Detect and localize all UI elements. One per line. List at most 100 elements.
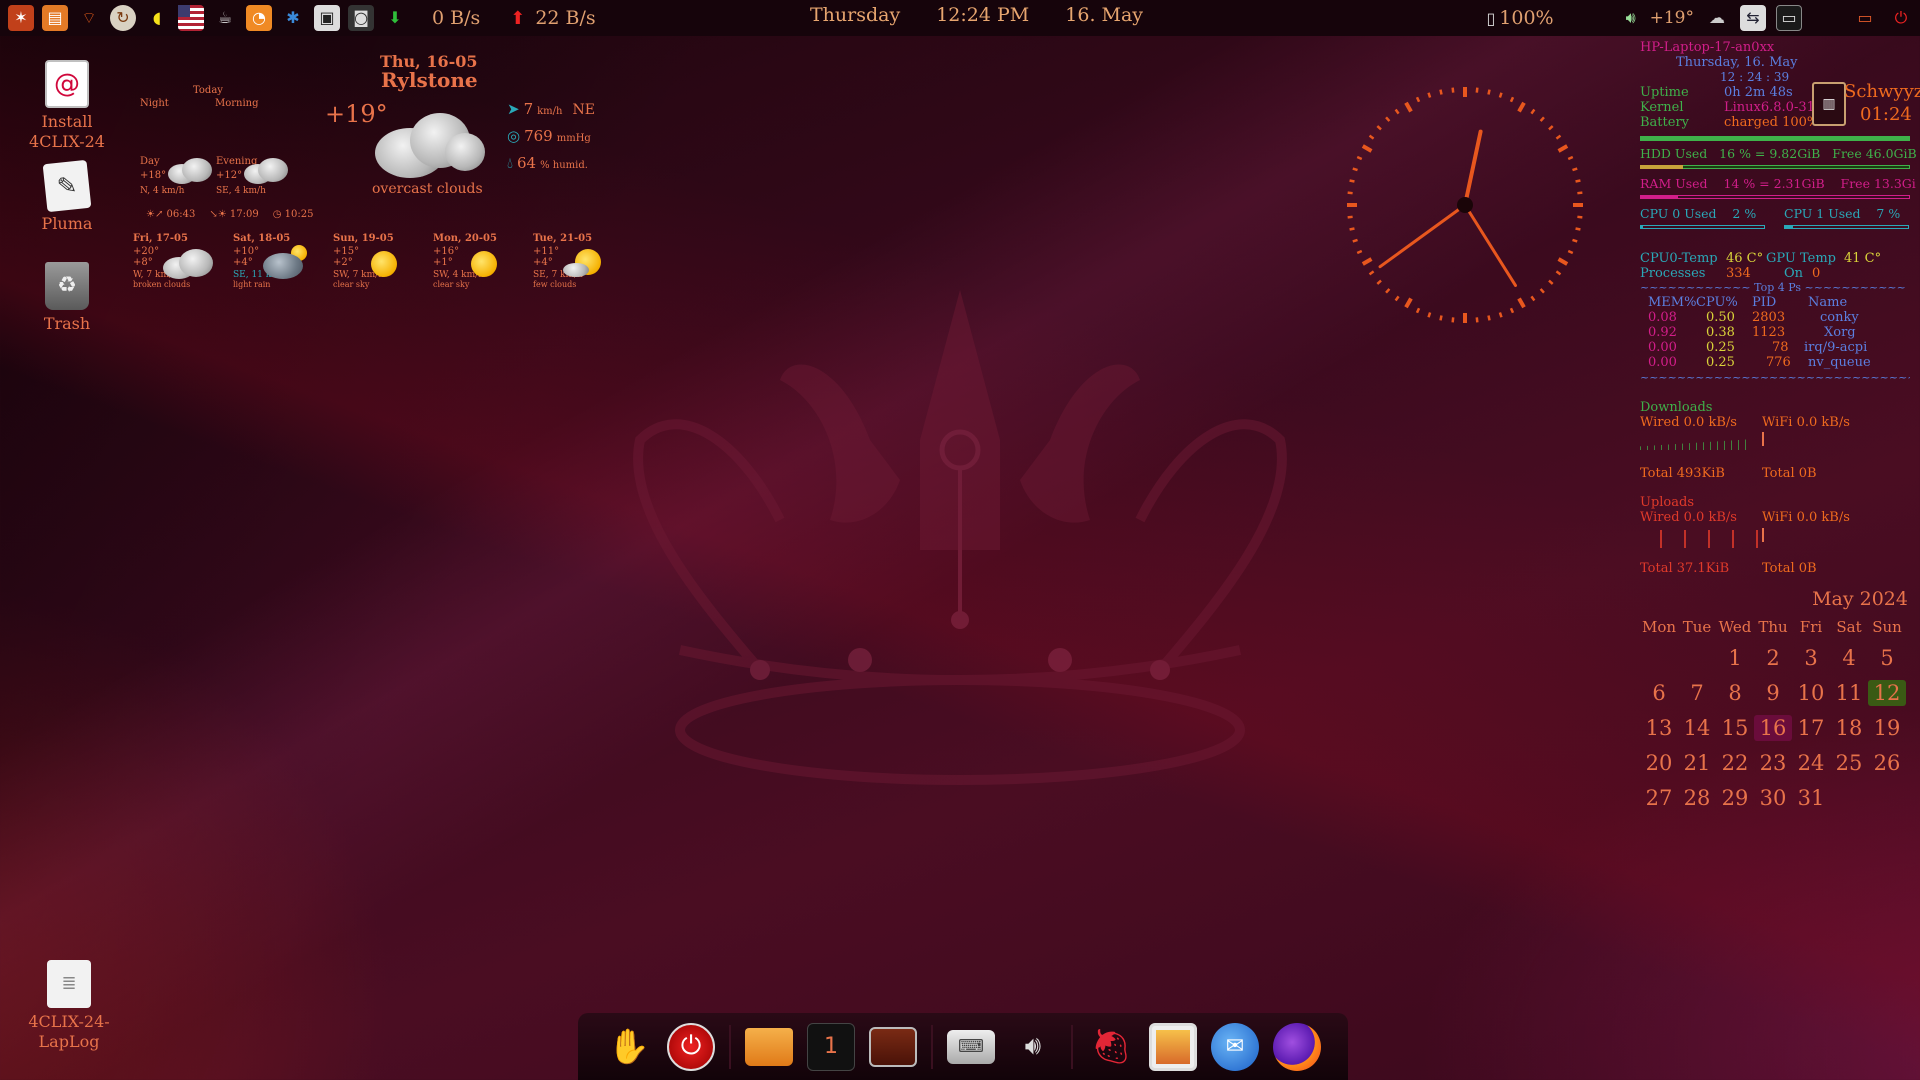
thunderbird-icon[interactable]: ✉ [1211,1022,1259,1071]
clock-tick [1347,215,1353,219]
calendar-day[interactable]: 3 [1792,645,1830,671]
calendar-day[interactable]: 9 [1754,680,1792,706]
calendar-day[interactable]: 17 [1792,715,1830,741]
top-header-name: Name [1808,295,1848,310]
conky-time: 12 : 24 : 39 [1720,70,1790,84]
proc-pid: 1123 [1752,325,1786,340]
proc-mem: 0.00 [1648,355,1677,370]
clock-tick [1349,227,1355,231]
wifi-up-rate: WiFi 0.0 kB/s [1762,510,1850,525]
wind-dir: NE [572,102,595,118]
proc-name: Xorg [1824,325,1856,340]
calendar-day[interactable]: 10 [1792,680,1830,706]
clock-tick [1530,295,1536,302]
evening-wind: SE, 4 km/h [216,186,266,196]
clock-tick [1394,108,1400,115]
keyboard-icon[interactable]: ⌨ [947,1029,995,1064]
uptime-value: 0h 2m 48s [1724,85,1793,100]
battery-icon[interactable]: ▯ [1486,9,1495,28]
calendar-weekday: Fri [1799,618,1823,636]
remote-icon[interactable]: ⇆ [1740,5,1766,31]
clock-tick [1427,92,1432,98]
calendar-day[interactable]: 6 [1640,680,1678,706]
weather-location: Rylstone [381,68,478,92]
clock-tick [1376,125,1382,131]
proc-cpu: 0.38 [1706,325,1735,340]
total-up-wired: Total 37.1KiB [1640,561,1730,576]
calendar-day[interactable]: 14 [1678,715,1716,741]
image-viewer-icon[interactable] [1149,1022,1197,1071]
display-icon[interactable]: ▭ [1852,5,1878,31]
calendar-day[interactable]: 22 [1716,750,1754,776]
calendar-day[interactable]: 20 [1640,750,1678,776]
cpu-temp-value: 46 C° [1726,251,1764,266]
terminal-icon[interactable] [869,1026,917,1067]
gnome-foot-icon[interactable]: ✋ [605,1023,653,1071]
calendar-day[interactable]: 21 [1678,750,1716,776]
panel-clock[interactable]: Thursday 12:24 PM 16. May [810,4,1143,26]
clock-hour-hand [1463,129,1483,207]
kernel-value: Linux6.8.0-31 [1724,100,1812,115]
clock-tick [1530,108,1536,115]
calendar-day[interactable]: 18 [1830,715,1868,741]
day-temp: +18° [140,170,167,181]
folder-icon[interactable] [745,1027,793,1066]
wifi-up-graph [1762,528,1764,542]
clock-tick [1509,307,1515,314]
top-header-cpu: CPU% [1696,295,1738,310]
calendar-weekday: Mon [1641,618,1677,636]
calendar-day[interactable]: 24 [1792,750,1830,776]
calendar-day[interactable]: 25 [1830,750,1868,776]
calendar-day[interactable]: 30 [1754,785,1792,811]
calendar-day[interactable]: 13 [1640,715,1678,741]
uploads-label: Uploads [1640,495,1695,510]
top-header-pid: PID [1752,295,1777,310]
calendar-day[interactable]: 12 [1868,680,1906,706]
clock-tick [1352,167,1358,172]
proc-pid: 776 [1766,355,1791,370]
calendar-day[interactable]: 27 [1640,785,1678,811]
cpu1-track [1784,225,1909,229]
calendar-day[interactable]: 7 [1678,680,1716,706]
calendar-day[interactable]: 5 [1868,645,1906,671]
calendar-day[interactable]: 29 [1716,785,1754,811]
calendar-day[interactable]: 2 [1754,645,1792,671]
calendar-today[interactable]: 16 [1754,715,1792,741]
sunset-icon: ↘☀ [209,209,227,220]
desktop-icon-laplog[interactable]: ≣ 4CLIX-24-LapLog [14,960,124,1052]
downloads-label: Downloads [1640,400,1713,415]
dock: ✋ ⏻ 1 ⌨ 🔊︎ 🍓︎ ✉ [578,1013,1348,1080]
volume-icon[interactable]: 🔊︎ [1618,5,1644,31]
clock-tick [1487,89,1491,95]
monitor-icon[interactable]: ▭ [1776,5,1802,31]
forecast-day: Tue, 21-05 +11° +4° SE, 7 km/h few cloud… [533,233,618,289]
calendar-day[interactable]: 8 [1716,680,1754,706]
power-icon[interactable]: ⏻ [667,1022,715,1071]
calendar-day[interactable]: 19 [1868,715,1906,741]
clock-tick [1577,191,1583,195]
calendar-day[interactable]: 26 [1868,750,1906,776]
broken-clouds-icon [163,247,213,279]
weather-cloud-icon[interactable]: ☁ [1704,5,1730,31]
battery-percent: 100% [1499,7,1554,29]
crown-watermark [633,290,1287,785]
light-rain-icon [263,245,313,281]
clock-tick [1557,144,1569,153]
evening-temp: +12° [216,170,243,181]
calendar-day[interactable]: 11 [1830,680,1868,706]
calendar-day[interactable]: 1 [1716,645,1754,671]
firefox-icon[interactable] [1273,1022,1321,1071]
dock-separator [931,1024,933,1069]
weather-humidity-row: 💧︎ 64 % humid. [507,154,588,172]
calendar-day[interactable]: 31 [1792,785,1830,811]
strawberry-icon[interactable]: 🍓︎ [1087,1023,1135,1071]
workspace-icon[interactable]: 1 [807,1022,855,1071]
calendar-day[interactable]: 4 [1830,645,1868,671]
calendar-day[interactable]: 23 [1754,750,1792,776]
forecast-desc: clear sky [433,280,470,289]
calendar-day[interactable]: 15 [1716,715,1754,741]
volume-icon[interactable]: 🔊︎ [1009,1023,1057,1071]
power-icon[interactable]: ⏻ [1888,5,1914,31]
top-green-rule [1640,136,1910,141]
calendar-day[interactable]: 28 [1678,785,1716,811]
